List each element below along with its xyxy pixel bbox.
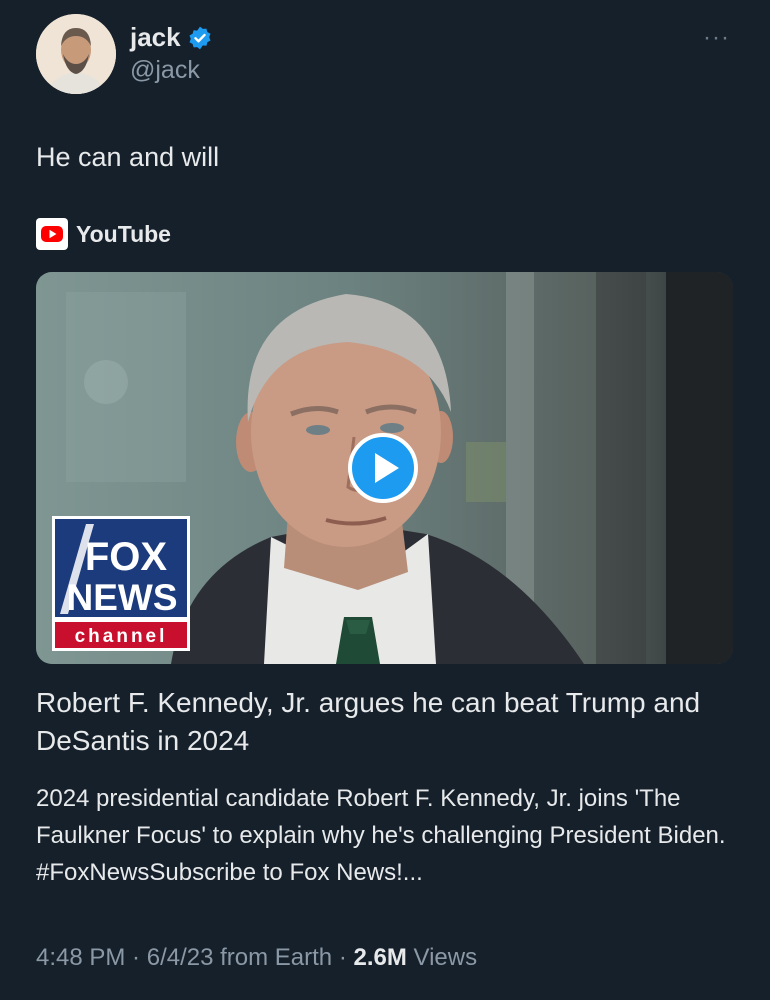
fox-news-logo: FOX NEWS channel — [52, 516, 190, 651]
tweet-source: from Earth — [213, 944, 333, 971]
play-icon[interactable] — [348, 433, 418, 503]
avatar[interactable] — [36, 14, 116, 94]
link-card-description: 2024 presidential candidate Robert F. Ke… — [36, 785, 726, 886]
author-handle[interactable]: @jack — [130, 56, 200, 85]
tweet-meta: 4:48 PM · 6/4/23 from Earth · 2.6M Views — [36, 944, 477, 972]
source-label: YouTube — [76, 220, 171, 247]
meta-separator: · — [125, 944, 147, 971]
logo-text-channel: channel — [75, 626, 168, 647]
views-label: Views — [406, 944, 478, 971]
logo-text-news: NEWS — [67, 577, 178, 618]
author-name[interactable]: jack — [130, 22, 181, 53]
youtube-icon — [36, 218, 68, 250]
verified-badge-icon — [189, 26, 211, 49]
avatar-image — [36, 14, 116, 94]
tweet-text: He can and will — [36, 142, 220, 172]
tweet-date[interactable]: 6/4/23 — [147, 944, 214, 971]
tweet-time[interactable]: 4:48 PM — [36, 944, 125, 971]
meta-separator: · — [332, 944, 354, 971]
link-card-source[interactable]: YouTube — [36, 218, 171, 250]
logo-text-fox: FOX — [85, 535, 168, 579]
link-card-title[interactable]: Robert F. Kennedy, Jr. argues he can bea… — [36, 684, 736, 760]
more-horizontal-icon[interactable]: ··· — [703, 24, 730, 52]
views-count[interactable]: 2.6M — [353, 944, 406, 971]
tweet: jack @jack ··· He can and will YouTube F… — [0, 0, 770, 1000]
author-name-row[interactable]: jack — [130, 22, 213, 53]
link-card-thumbnail[interactable]: FOX NEWS channel — [36, 272, 733, 664]
